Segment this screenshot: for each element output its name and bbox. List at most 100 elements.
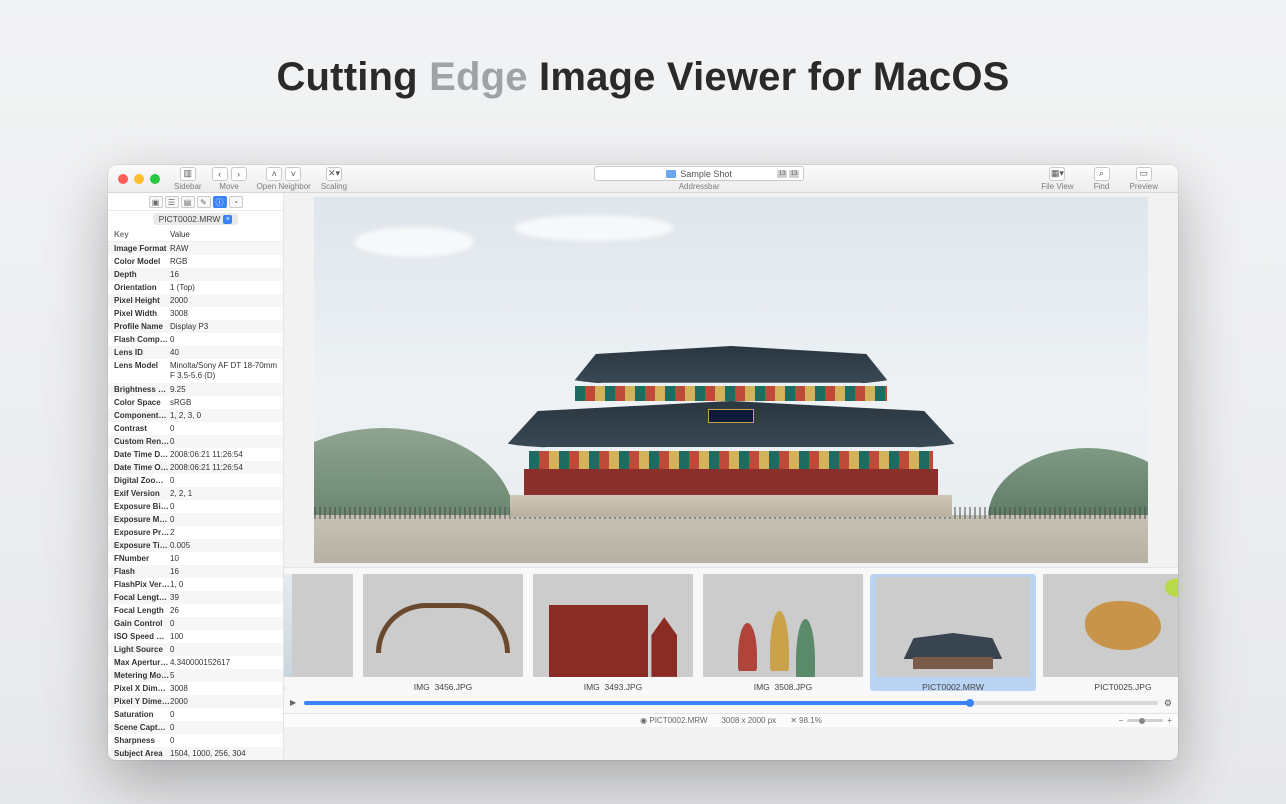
metadata-key: Flash Compen... [114, 334, 170, 345]
preview-button[interactable]: ▭ Preview [1130, 167, 1158, 191]
tab-3[interactable]: ▤ [181, 196, 195, 208]
metadata-row: Brightness Val...9.25 [108, 383, 283, 396]
metadata-row: Gain Control0 [108, 617, 283, 630]
metadata-row: FNumber10 [108, 552, 283, 565]
scaling-label: Scaling [321, 182, 347, 191]
timeline-track[interactable] [304, 701, 1158, 705]
open-neighbor-buttons[interactable]: ˄ ˅ Open Neighbor [257, 167, 311, 191]
metadata-key: FNumber [114, 553, 170, 564]
sidebar-selected-file[interactable]: PICT0002.MRW × [153, 213, 239, 225]
scaling-icon: ✕▾ [326, 167, 342, 181]
close-file-icon[interactable]: × [223, 215, 232, 224]
metadata-key: Pixel Height [114, 295, 170, 306]
metadata-value: 10 [170, 553, 277, 564]
thumbnail[interactable]: 9.JPG [284, 574, 356, 691]
metadata-row: Focal Length26 [108, 604, 283, 617]
metadata-value: 1, 0 [170, 579, 277, 590]
metadata-value: 39 [170, 592, 277, 603]
metadata-key: Depth [114, 269, 170, 280]
status-bar: ◉ PICT0002.MRW 3008 x 2000 px ✕ 98.1% − … [284, 713, 1178, 727]
metadata-key: Flash [114, 566, 170, 577]
metadata-value: 16 [170, 566, 277, 577]
metadata-key: Color Model [114, 256, 170, 267]
metadata-key: Image Format [114, 243, 170, 254]
move-label: Move [219, 182, 239, 191]
thumbnail-row[interactable]: 9.JPG IMG_3456.JPG IMG_3493.JPGIMG_3508.JP… [284, 574, 1178, 691]
metadata-key: Digital Zoom R... [114, 475, 170, 486]
metadata-row: Date Time Digi...2008:06:21 11:26:54 [108, 448, 283, 461]
metadata-row: Pixel Height2000 [108, 294, 283, 307]
metadata-key: Date Time Ori... [114, 462, 170, 473]
thumbnail-label: IMG_3456.JPG [414, 682, 473, 691]
timeline-settings-icon[interactable]: ⚙ [1164, 698, 1172, 709]
metadata-key: Subject Area [114, 748, 170, 759]
thumbnail-image [363, 574, 523, 677]
thumbnail[interactable]: PICT0025.JPG [1040, 574, 1178, 691]
metadata-value: Minolta/Sony AF DT 18-70mm F 3.5-5.6 (D) [170, 361, 277, 381]
metadata-row: Exposure Mode0 [108, 513, 283, 526]
sidebar-toggle[interactable]: ▥ Sidebar [174, 167, 202, 191]
metadata-value: 0 [170, 722, 277, 733]
move-back-icon[interactable]: ‹ [212, 167, 228, 181]
addressbar[interactable]: Sample Shot 1313 [594, 166, 804, 181]
folder-icon [666, 170, 676, 178]
timeline-scrubber[interactable]: ▶ ⚙ [290, 697, 1172, 709]
metadata-row: Metering Mode5 [108, 669, 283, 682]
zoom-slider[interactable]: − + [1119, 716, 1172, 725]
thumbnail[interactable]: IMG_3456.JPG [360, 574, 526, 691]
thumbnail[interactable]: IMG_3508.JPG [700, 574, 866, 691]
metadata-value: 0 [170, 644, 277, 655]
timeline-knob[interactable] [966, 699, 974, 707]
metadata-row: Digital Zoom R...0 [108, 474, 283, 487]
metadata-value: 0 [170, 735, 277, 746]
tab-info[interactable]: ⓘ [213, 196, 227, 208]
metadata-row: Lens ModelMinolta/Sony AF DT 18-70mm F 3… [108, 359, 283, 383]
file-view-button[interactable]: ▦▾ File View [1041, 167, 1073, 191]
move-forward-icon[interactable]: › [231, 167, 247, 181]
play-icon[interactable]: ▶ [290, 698, 300, 708]
thumbnail-strip: 9.JPG IMG_3456.JPG IMG_3493.JPGIMG_3508.JP… [284, 567, 1178, 727]
close-icon[interactable] [118, 174, 128, 184]
metadata-key: Exposure Time [114, 540, 170, 551]
neighbor-down-icon[interactable]: ˅ [285, 167, 301, 181]
metadata-list[interactable]: Image FormatRAWColor ModelRGBDepth16Orie… [108, 242, 283, 760]
zoom-in-icon[interactable]: + [1167, 716, 1172, 725]
move-buttons[interactable]: ‹ › Move [212, 167, 247, 191]
find-button[interactable]: ⌕ Find [1094, 167, 1110, 191]
thumbnail[interactable]: IMG_3493.JPG [530, 574, 696, 691]
metadata-row: Focal Length I...39 [108, 591, 283, 604]
thumbnail-image [876, 577, 1030, 677]
metadata-row: Image FormatRAW [108, 242, 283, 255]
zoom-out-icon[interactable]: − [1119, 716, 1124, 725]
metadata-value: 0 [170, 501, 277, 512]
neighbor-up-icon[interactable]: ˄ [266, 167, 282, 181]
metadata-value: 4.340000152617 [170, 657, 277, 668]
zoom-icon[interactable] [150, 174, 160, 184]
metadata-key: Color Space [114, 397, 170, 408]
window-controls[interactable] [118, 174, 160, 184]
hero-title: Cutting Edge Image Viewer for MacOS [0, 0, 1286, 100]
tab-6[interactable]: ◔ [229, 196, 243, 208]
sidebar-icon: ▥ [180, 167, 196, 181]
minimize-icon[interactable] [134, 174, 144, 184]
metadata-key: Pixel X Dimens... [114, 683, 170, 694]
metadata-row: Saturation0 [108, 708, 283, 721]
status-zoom-text: ✕ 98.1% [790, 716, 822, 725]
main-pane: 9.JPG IMG_3456.JPG IMG_3493.JPGIMG_3508.JP… [284, 193, 1178, 760]
header-key: Key [114, 229, 170, 240]
thumbnail[interactable]: PICT0002.MRW [870, 574, 1036, 691]
metadata-key: Focal Length [114, 605, 170, 616]
metadata-row: Flash Compen...0 [108, 333, 283, 346]
tab-1[interactable]: ▣ [149, 196, 163, 208]
metadata-value: 1 (Top) [170, 282, 277, 293]
metadata-value: 0 [170, 334, 277, 345]
metadata-key: Pixel Y Dimens... [114, 696, 170, 707]
metadata-row: Pixel X Dimens...3008 [108, 682, 283, 695]
image-viewer[interactable] [314, 197, 1148, 563]
tab-4[interactable]: ✎ [197, 196, 211, 208]
scaling-button[interactable]: ✕▾ Scaling [321, 167, 347, 191]
metadata-row: Exposure Bias...0 [108, 500, 283, 513]
thumbnail-label: 9.JPG [284, 682, 285, 691]
open-neighbor-label: Open Neighbor [257, 182, 311, 191]
tab-2[interactable]: ☰ [165, 196, 179, 208]
